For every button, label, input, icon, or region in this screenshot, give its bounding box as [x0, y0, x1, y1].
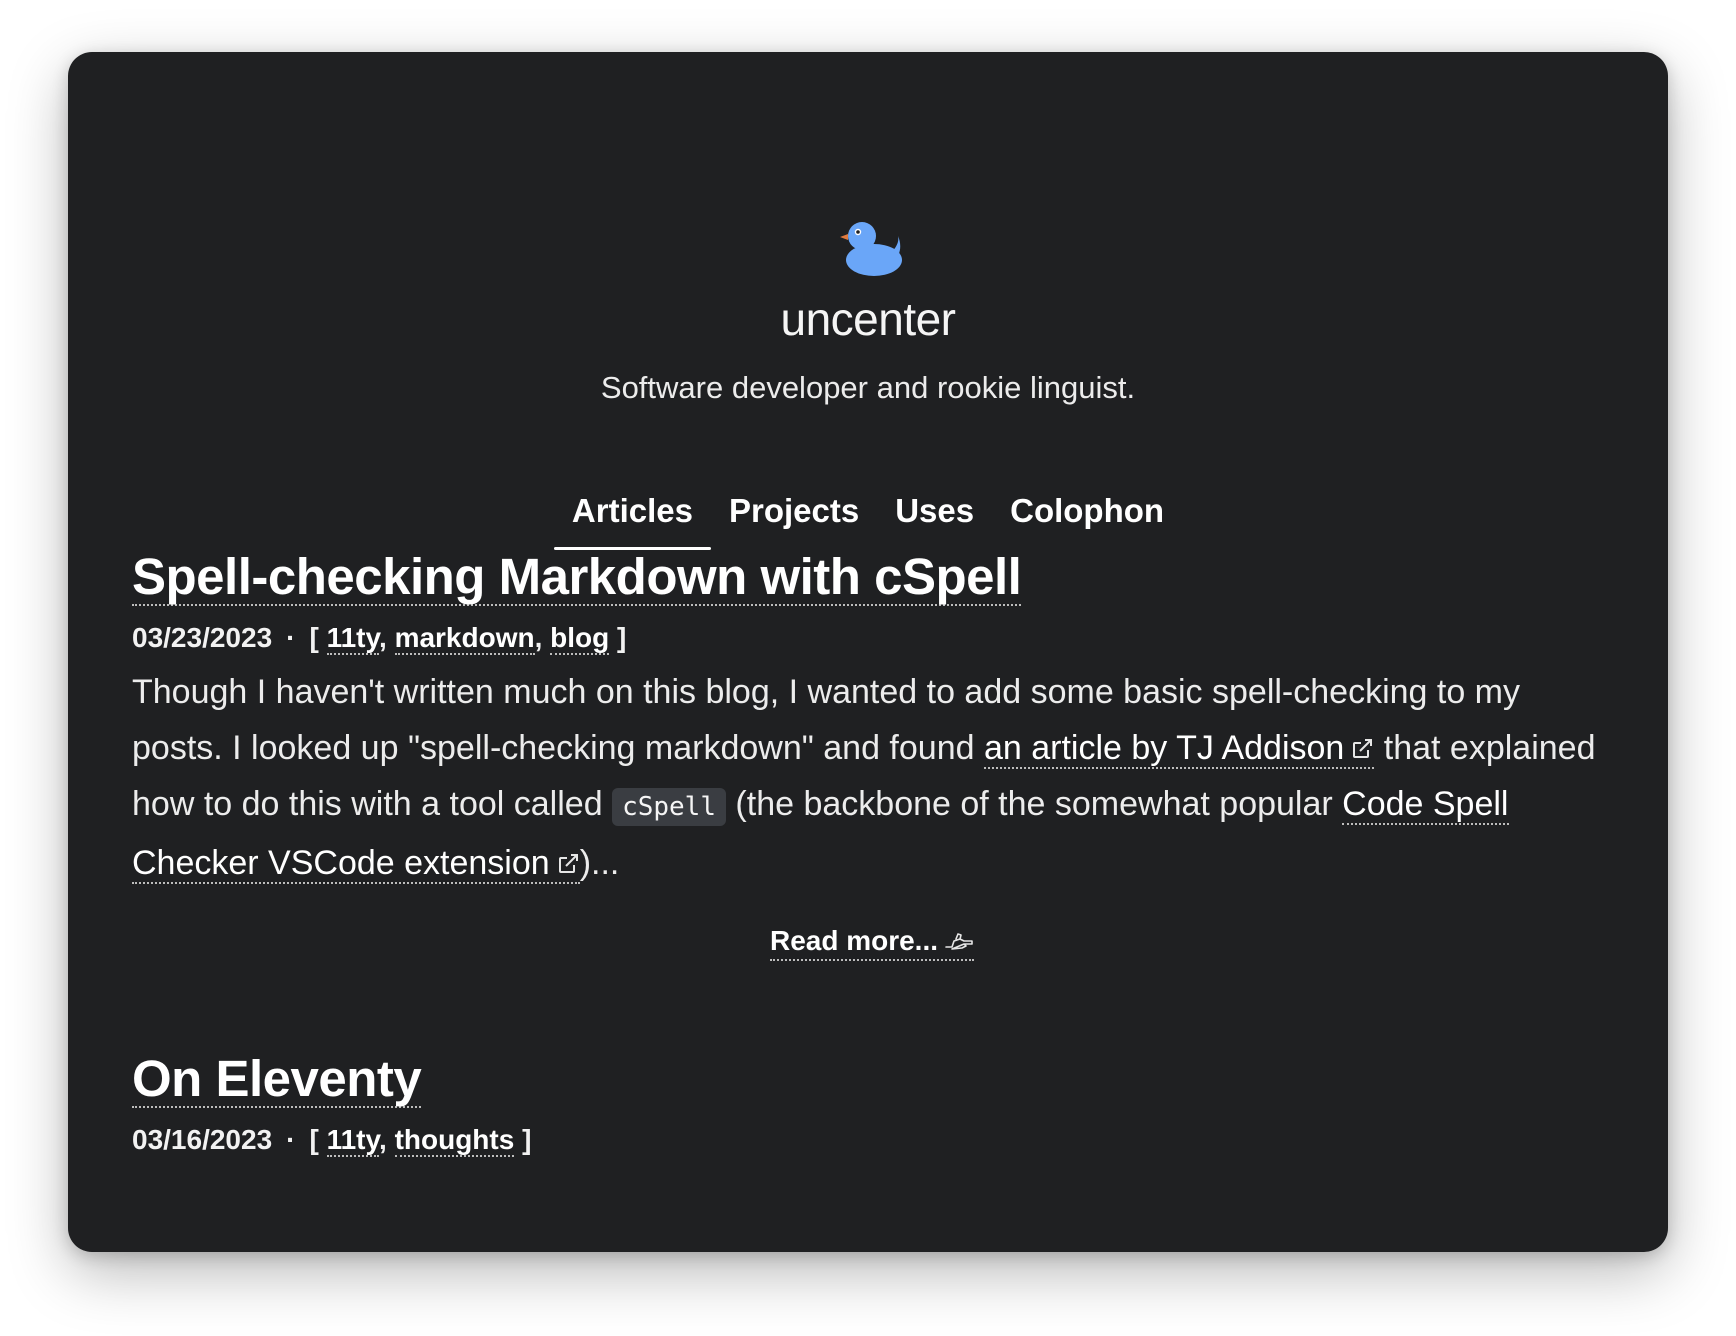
site-tagline: Software developer and rookie linguist. [600, 370, 1136, 405]
tag-separator: , [534, 621, 543, 653]
tag-link-11ty[interactable]: 11ty [326, 1123, 379, 1157]
tag-separator: , [379, 1123, 387, 1155]
tag-link-blog[interactable]: blog [550, 621, 610, 655]
article-meta: 03/23/2023 · [ 11ty, markdown, blog ] [132, 621, 1612, 655]
site-title[interactable]: uncenter [68, 292, 1668, 346]
article-title-link[interactable]: Spell-checking Markdown with cSpell [132, 550, 1022, 606]
article-excerpt: Though I haven't written much on this bl… [132, 664, 1612, 891]
meta-separator: · [286, 621, 296, 653]
external-link-icon [1353, 738, 1373, 758]
article-meta: 03/16/2023 · [ 11ty, thoughts ] [132, 1123, 1612, 1157]
tj-addison-article-link[interactable]: an article by TJ Addison [983, 728, 1375, 769]
nav-item-colophon[interactable]: Colophon [992, 492, 1182, 550]
tag-link-markdown[interactable]: markdown [394, 621, 535, 655]
nav-item-uses[interactable]: Uses [877, 492, 992, 550]
meta-separator: · [286, 1123, 296, 1155]
nav-item-articles[interactable]: Articles [553, 492, 712, 550]
main-nav: Articles Projects Uses Colophon [68, 492, 1668, 550]
tag-link-11ty[interactable]: 11ty [326, 621, 379, 655]
article-title-link[interactable]: On Eleventy [132, 1052, 422, 1108]
nav-item-projects[interactable]: Projects [711, 492, 877, 550]
inline-code: cSpell [612, 787, 726, 826]
tag-link-thoughts[interactable]: thoughts [394, 1123, 515, 1157]
excerpt-text: )... [579, 843, 620, 882]
tags-bracket-open: [ [309, 1123, 319, 1155]
excerpt-text: (the backbone of the somewhat popular [725, 784, 1343, 823]
tags-bracket-close: ] [522, 1123, 532, 1155]
article-card: On Eleventy 03/16/2023 · [ 11ty, thoughts … [132, 1052, 1612, 1157]
read-more-link[interactable]: Read more... [769, 925, 975, 961]
browser-window: uncenter Software developer and rookie l… [68, 52, 1668, 1252]
pointing-hand-icon [945, 932, 973, 950]
tags-bracket-close: ] [617, 621, 627, 653]
read-more-wrapper: Read more... [132, 925, 1612, 961]
tags-bracket-open: [ [309, 621, 319, 653]
article-date: 03/23/2023 [132, 621, 273, 653]
article-date: 03/16/2023 [132, 1123, 273, 1155]
rubber-duck-icon[interactable] [834, 210, 906, 282]
article-card: Spell-checking Markdown with cSpell 03/2… [132, 550, 1612, 961]
external-link-icon [558, 853, 578, 873]
tag-separator: , [379, 621, 387, 653]
